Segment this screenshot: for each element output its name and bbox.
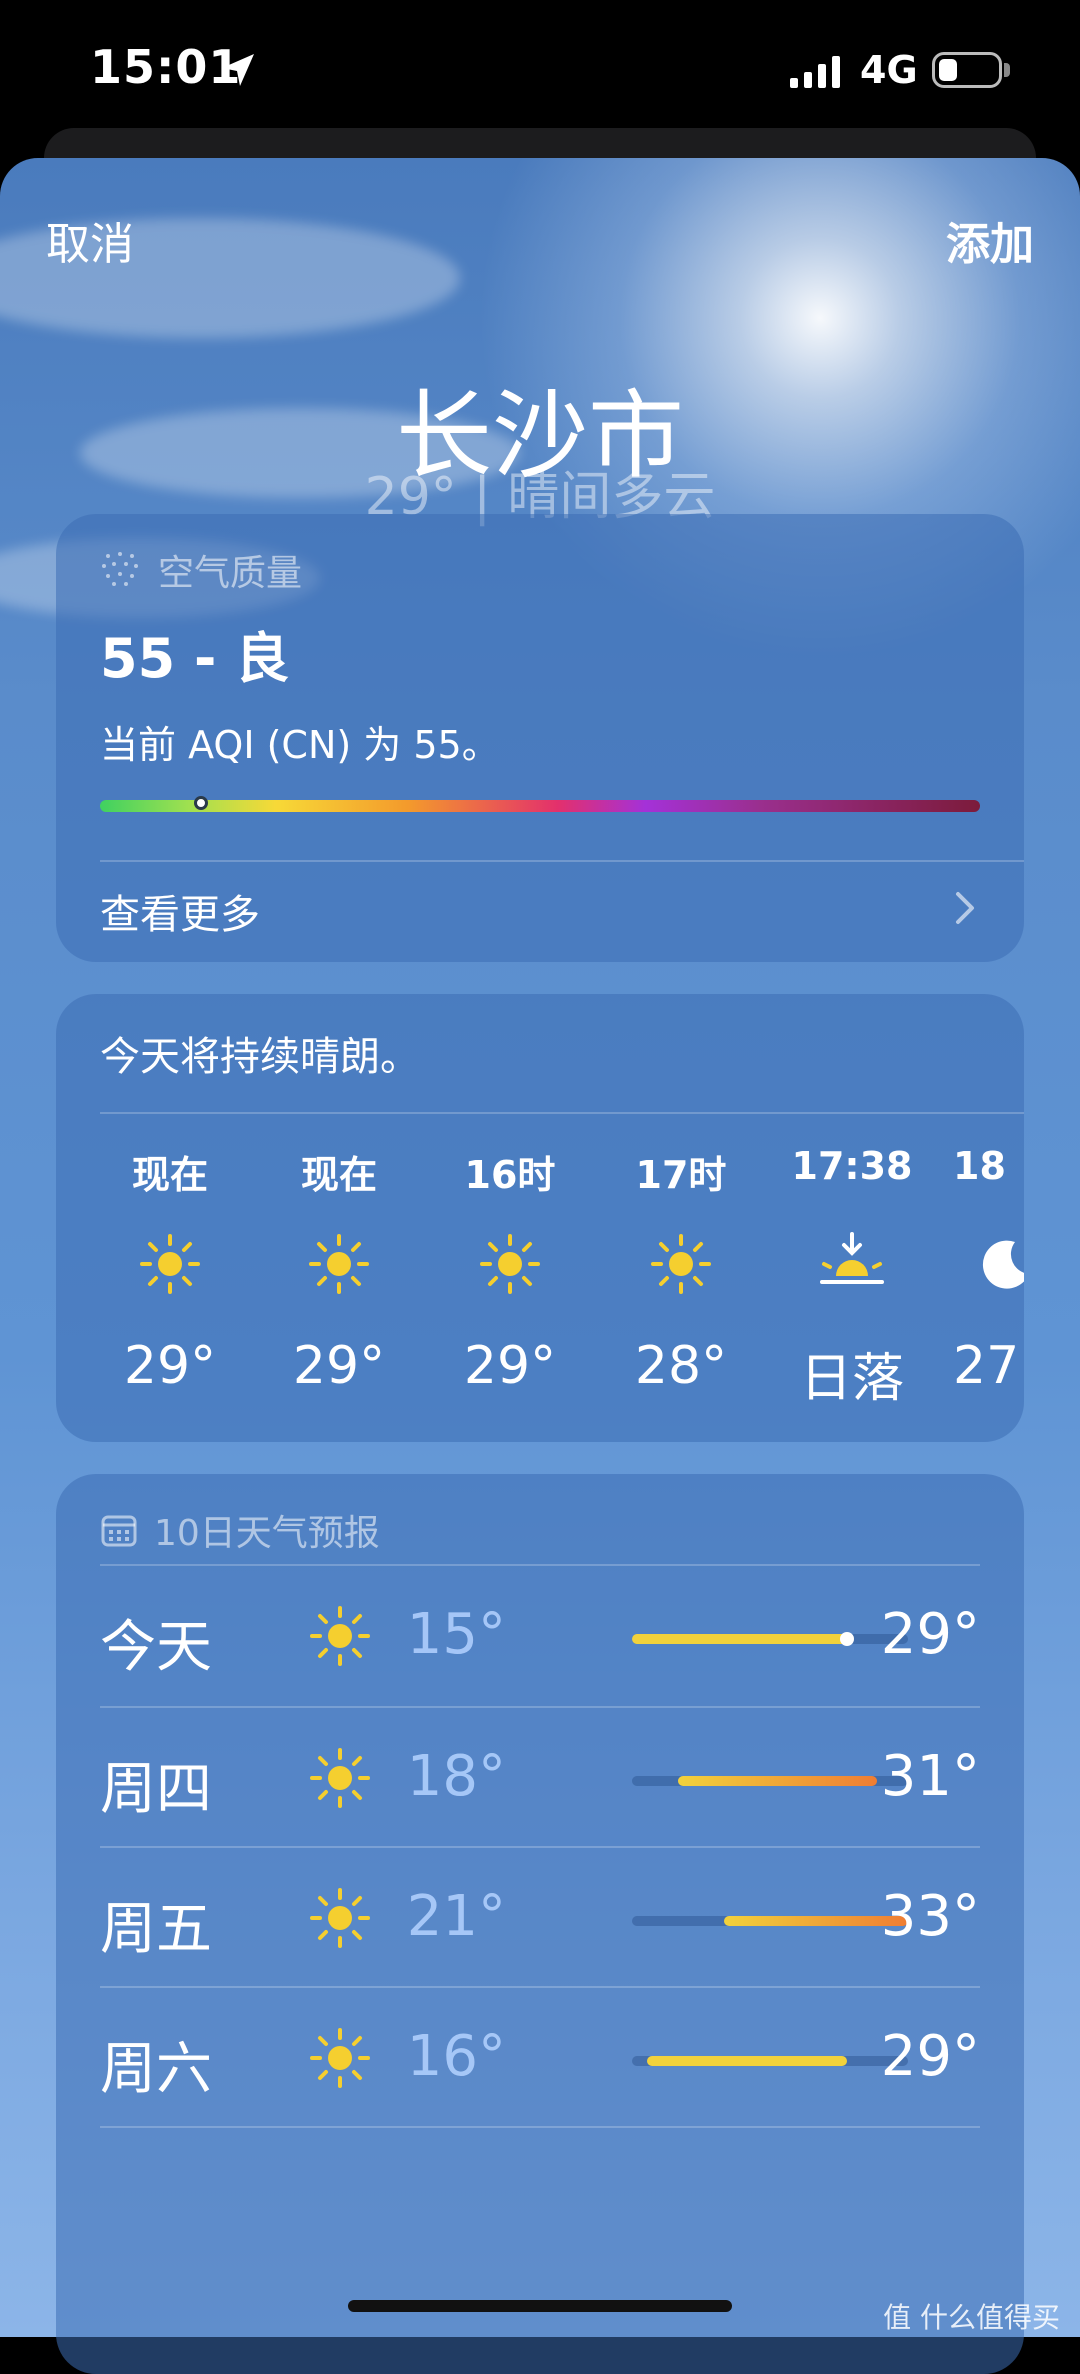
hourly-scroll[interactable]: 现在 29° 现在 29° 16时 29° 17时 28° 17:38 日落 1…	[100, 1144, 1024, 1414]
hour-temp: 29°	[463, 1336, 557, 1396]
aqi-description: 当前 AQI (CN) 为 55。	[100, 723, 500, 767]
divider	[100, 860, 1024, 862]
forecast-high: 29°	[880, 1602, 980, 1667]
hour-time: 17:38	[791, 1144, 913, 1188]
add-button[interactable]: 添加	[946, 208, 1034, 272]
forecast-day: 周四	[100, 1757, 212, 1822]
aqi-header: 空气质量	[100, 544, 302, 596]
temperature-range-bar	[632, 1632, 908, 1646]
location-arrow-icon	[222, 54, 254, 86]
forecast-day: 今天	[100, 1615, 212, 1680]
temperature-range-fill	[647, 2056, 847, 2066]
hour-item: 16时 29°	[440, 1144, 580, 1396]
hour-item: 18 27	[953, 1144, 1024, 1396]
hour-time: 18	[953, 1144, 1006, 1188]
hour-temp: 27	[953, 1336, 1020, 1396]
hour-item: 17时 28°	[611, 1144, 751, 1396]
sun-icon	[476, 1230, 544, 1298]
forecast-low: 15°	[406, 1602, 506, 1667]
forecast-row[interactable]: 周五 21° 33°	[100, 1848, 980, 1988]
temperature-range-bar	[632, 2056, 908, 2066]
hour-temp: 日落	[799, 1349, 904, 1409]
hourly-forecast-card[interactable]: 今天将持续晴朗。 现在 29° 现在 29° 16时 29° 17时 28° 1…	[56, 994, 1024, 1442]
forecast-low: 16°	[406, 2024, 506, 2089]
air-quality-icon	[102, 552, 138, 586]
hour-time: 现在	[300, 1153, 377, 1197]
air-quality-card[interactable]: 空气质量 55 - 良 当前 AQI (CN) 为 55。 查看更多	[56, 514, 1024, 962]
battery-tip	[1004, 63, 1010, 77]
sun-icon	[136, 1230, 204, 1298]
hour-temp: 28°	[634, 1336, 728, 1396]
forecast-high: 31°	[880, 1744, 980, 1809]
chevron-right-icon	[956, 892, 974, 924]
battery-icon	[932, 52, 1002, 88]
aqi-value: 55 - 良	[100, 627, 290, 690]
sun-icon	[306, 1884, 374, 1952]
temperature-range-fill	[678, 1776, 878, 1786]
temperature-range-bar	[632, 1776, 908, 1786]
aqi-indicator	[194, 796, 209, 810]
ten-day-forecast-card[interactable]: 10日天气预报 今天 15° 29° 周四 18° 31° 周五 21° 33°…	[56, 1474, 1024, 2374]
calendar-icon	[101, 1515, 137, 1547]
temperature-range-bar	[632, 1916, 908, 1926]
forecast-low: 21°	[406, 1884, 506, 1949]
sun-icon	[306, 2024, 374, 2092]
divider	[100, 2126, 980, 2128]
forecast-day: 周六	[100, 2037, 212, 2102]
hour-time: 17时	[635, 1153, 727, 1197]
forecast-row[interactable]: 周六 16° 29°	[100, 1988, 980, 2128]
hour-time: 现在	[131, 1153, 208, 1197]
hour-temp: 29°	[123, 1336, 217, 1396]
sun-icon	[305, 1230, 373, 1298]
network-type: 4G	[860, 48, 918, 92]
temperature-range-fill	[632, 1634, 847, 1644]
moon-icon	[982, 1240, 1024, 1289]
forecast-high: 29°	[880, 2024, 980, 2089]
hour-item: 17:38 日落	[782, 1144, 922, 1411]
home-indicator[interactable]	[348, 2300, 732, 2312]
aqi-header-label: 空气质量	[158, 553, 303, 594]
aqi-scale-bar	[100, 796, 980, 812]
forecast-row[interactable]: 今天 15° 29°	[100, 1566, 980, 1706]
cancel-button[interactable]: 取消	[46, 208, 134, 272]
sunset-icon	[820, 1232, 884, 1284]
hour-time: 16时	[464, 1153, 556, 1197]
forecast-high: 33°	[880, 1884, 980, 1949]
forecast-header: 10日天气预报	[100, 1504, 380, 1556]
watermark: 值 什么值得买	[883, 2301, 1060, 2334]
sun-icon	[306, 1744, 374, 1812]
hour-item: 现在 29°	[100, 1144, 240, 1396]
signal-icon	[790, 56, 840, 88]
forecast-header-label: 10日天气预报	[154, 1513, 380, 1554]
current-temp-marker	[839, 1632, 854, 1646]
sun-icon	[647, 1230, 715, 1298]
forecast-row[interactable]: 周四 18° 31°	[100, 1708, 980, 1848]
hour-temp: 29°	[292, 1336, 386, 1396]
divider	[100, 1112, 1024, 1114]
forecast-low: 18°	[406, 1744, 506, 1809]
see-more-label: 查看更多	[100, 892, 260, 938]
see-more-row[interactable]: 查看更多	[100, 870, 980, 940]
hour-item: 现在 29°	[269, 1144, 409, 1396]
hourly-summary: 今天将持续晴朗。	[100, 1034, 420, 1080]
forecast-day: 周五	[100, 1897, 212, 1962]
sun-icon	[306, 1602, 374, 1670]
